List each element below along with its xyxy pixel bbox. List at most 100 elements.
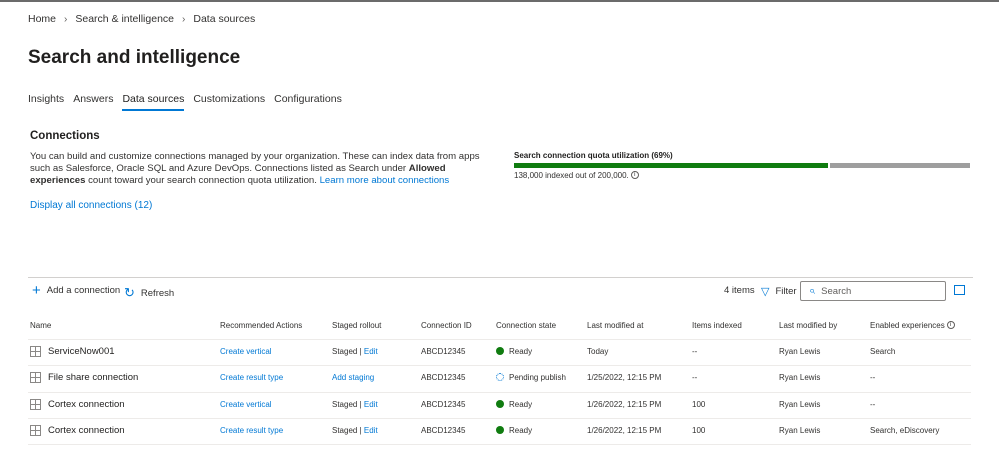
filter-label: Filter <box>775 286 797 297</box>
desc-text-2: count toward your search connection quot… <box>85 174 320 186</box>
column-header-label: Items indexed <box>692 321 742 330</box>
last-modified-by: Ryan Lewis <box>779 400 821 409</box>
chevron-right-icon: › <box>182 13 186 25</box>
tab-configurations[interactable]: Configurations <box>274 93 342 111</box>
column-header[interactable]: Connection state <box>496 321 556 330</box>
connection-icon <box>30 346 41 357</box>
column-header[interactable]: Connection ID <box>421 321 472 330</box>
recommended-action-link[interactable]: Create vertical <box>220 400 272 409</box>
connection-id: ABCD12345 <box>421 373 466 382</box>
column-header-label: Last modified at <box>587 321 644 330</box>
items-indexed: -- <box>692 347 698 356</box>
staged-rollout: Staged | Edit <box>332 347 378 356</box>
page-title: Search and intelligence <box>28 47 241 68</box>
column-header[interactable]: Last modified at <box>587 321 643 330</box>
ready-check-icon <box>496 400 504 408</box>
enabled-experiences: -- <box>870 400 876 409</box>
column-header[interactable]: Items indexed <box>692 321 742 330</box>
staged-rollout: Staged | Edit <box>332 400 378 409</box>
state-label: Pending publish <box>509 373 566 382</box>
tab-answers[interactable]: Answers <box>73 93 113 111</box>
add-connection-label: Add a connection <box>46 285 121 296</box>
quota-count: 138,000 indexed out of 200,000. <box>514 171 629 180</box>
connection-name[interactable]: File share connection <box>48 372 138 383</box>
refresh-icon: ↻ <box>124 285 135 300</box>
connection-state: Pending publish <box>496 373 566 382</box>
column-header[interactable]: Recommended Actions <box>220 321 302 330</box>
refresh-label: Refresh <box>140 287 175 299</box>
column-header[interactable]: Last modified by <box>779 321 837 330</box>
enabled-experiences: Search <box>870 347 896 356</box>
column-options-icon[interactable] <box>954 285 965 295</box>
quota-fill <box>514 163 828 168</box>
info-icon[interactable]: i <box>946 321 955 329</box>
display-all-connections-link[interactable]: Display all connections (12) <box>30 200 152 211</box>
recommended-action-link[interactable]: Create result type <box>220 373 283 382</box>
staged-link[interactable]: Edit <box>364 347 378 356</box>
refresh-button[interactable]: ↻ Refresh <box>124 285 174 301</box>
recommended-action-link[interactable]: Create result type <box>220 426 283 435</box>
last-modified-by: Ryan Lewis <box>779 373 821 382</box>
connections-heading: Connections <box>30 130 100 142</box>
row-divider <box>28 392 971 393</box>
filter-button[interactable]: ▽ Filter <box>761 285 797 298</box>
breadcrumb-home[interactable]: Home <box>28 13 56 25</box>
state-label: Ready <box>509 400 533 409</box>
column-header-label: Connection state <box>496 321 557 330</box>
column-header-label: Connection ID <box>421 321 472 330</box>
quota-progress-bar <box>514 163 970 168</box>
column-header-label: Staged rollout <box>332 321 382 330</box>
last-modified-at: 1/26/2022, 12:15 PM <box>587 400 662 409</box>
staged-text: Staged | <box>332 400 364 409</box>
staged-text: Staged | <box>332 426 364 435</box>
column-header-label: Recommended Actions <box>220 321 303 330</box>
state-label: Ready <box>509 426 533 435</box>
tab-customizations[interactable]: Customizations <box>193 93 265 111</box>
connection-name[interactable]: ServiceNow001 <box>48 346 115 357</box>
item-count: 4 items <box>724 285 755 296</box>
column-header-label: Enabled experiences <box>870 321 945 330</box>
items-indexed: 100 <box>692 400 706 409</box>
connection-id: ABCD12345 <box>421 426 466 435</box>
column-header[interactable]: Staged rollout <box>332 321 381 330</box>
add-connection-button[interactable]: + Add a connection <box>32 281 121 299</box>
connection-state: Ready <box>496 347 532 356</box>
enabled-experiences: -- <box>870 373 876 382</box>
search-placeholder: Search <box>821 285 852 297</box>
row-divider <box>28 365 971 366</box>
last-modified-by: Ryan Lewis <box>779 347 821 356</box>
connections-description: You can build and customize connections … <box>30 151 490 186</box>
breadcrumb-data-sources: Data sources <box>193 13 256 25</box>
breadcrumb-search-intelligence[interactable]: Search & intelligence <box>75 13 174 25</box>
staged-link[interactable]: Edit <box>364 400 378 409</box>
row-divider <box>28 339 971 340</box>
staged-text: Staged | <box>332 347 364 356</box>
connection-state: Ready <box>496 400 532 409</box>
info-icon[interactable]: i <box>630 171 639 179</box>
connection-name[interactable]: Cortex connection <box>48 399 125 410</box>
search-input[interactable]: ⌕ Search <box>800 281 946 301</box>
quota-remaining <box>829 163 970 168</box>
divider <box>28 277 973 278</box>
connection-icon <box>30 372 41 383</box>
column-header[interactable]: Enabled experiences i <box>870 321 955 330</box>
last-modified-at: 1/26/2022, 12:15 PM <box>587 426 662 435</box>
connection-id: ABCD12345 <box>421 400 466 409</box>
connection-id: ABCD12345 <box>421 347 466 356</box>
connection-name[interactable]: Cortex connection <box>48 425 125 436</box>
row-divider <box>28 444 971 445</box>
staged-link[interactable]: Edit <box>364 426 378 435</box>
filter-icon: ▽ <box>761 286 770 298</box>
last-modified-at: 1/25/2022, 12:15 PM <box>587 373 662 382</box>
chevron-right-icon: › <box>64 13 68 25</box>
column-header[interactable]: Name <box>30 321 51 330</box>
tab-data-sources[interactable]: Data sources <box>122 93 184 111</box>
staged-rollout: Staged | Edit <box>332 426 378 435</box>
tab-insights[interactable]: Insights <box>28 93 64 111</box>
staged-link[interactable]: Add staging <box>332 373 374 382</box>
connection-icon <box>30 425 41 436</box>
recommended-action-link[interactable]: Create vertical <box>220 347 272 356</box>
pending-spinner-icon <box>496 373 504 381</box>
learn-more-link[interactable]: Learn more about connections <box>320 175 450 186</box>
plus-icon: + <box>32 281 41 299</box>
